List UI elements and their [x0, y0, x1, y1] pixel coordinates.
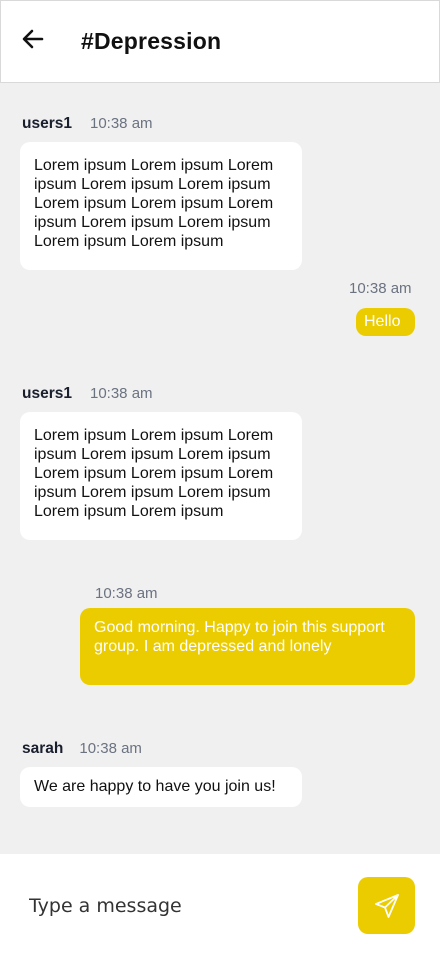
message-input[interactable] [20, 884, 330, 928]
page-title: #Depression [81, 28, 222, 54]
outgoing-message-bubble: Good morning. Happy to join this support… [80, 608, 415, 685]
message-time: 10:38 am [79, 740, 142, 757]
sender-name: users1 [22, 385, 72, 402]
message-meta: 10:38 am [349, 280, 412, 297]
sender-name: users1 [22, 115, 72, 132]
message-meta: users1 10:38 am [22, 385, 153, 403]
message-time: 10:38 am [95, 585, 158, 602]
sender-name: sarah [22, 740, 64, 757]
send-button[interactable] [358, 877, 415, 934]
chat-header: #Depression [0, 0, 440, 83]
message-time: 10:38 am [89, 385, 153, 402]
outgoing-message-bubble: Hello [356, 308, 415, 336]
message-meta: users1 10:38 am [22, 115, 153, 133]
back-button[interactable] [20, 26, 46, 52]
message-time: 10:38 am [349, 280, 412, 297]
send-icon [374, 893, 399, 918]
arrow-left-icon [22, 29, 44, 49]
message-meta: sarah 10:38 am [22, 740, 142, 758]
incoming-message-bubble: Lorem ipsum Lorem ipsum Lorem ipsum Lore… [20, 142, 302, 270]
message-time: 10:38 am [89, 115, 153, 132]
incoming-message-bubble: Lorem ipsum Lorem ipsum Lorem ipsum Lore… [20, 412, 302, 540]
message-meta: 10:38 am [95, 585, 158, 602]
incoming-message-bubble: We are happy to have you join us! [20, 767, 302, 807]
